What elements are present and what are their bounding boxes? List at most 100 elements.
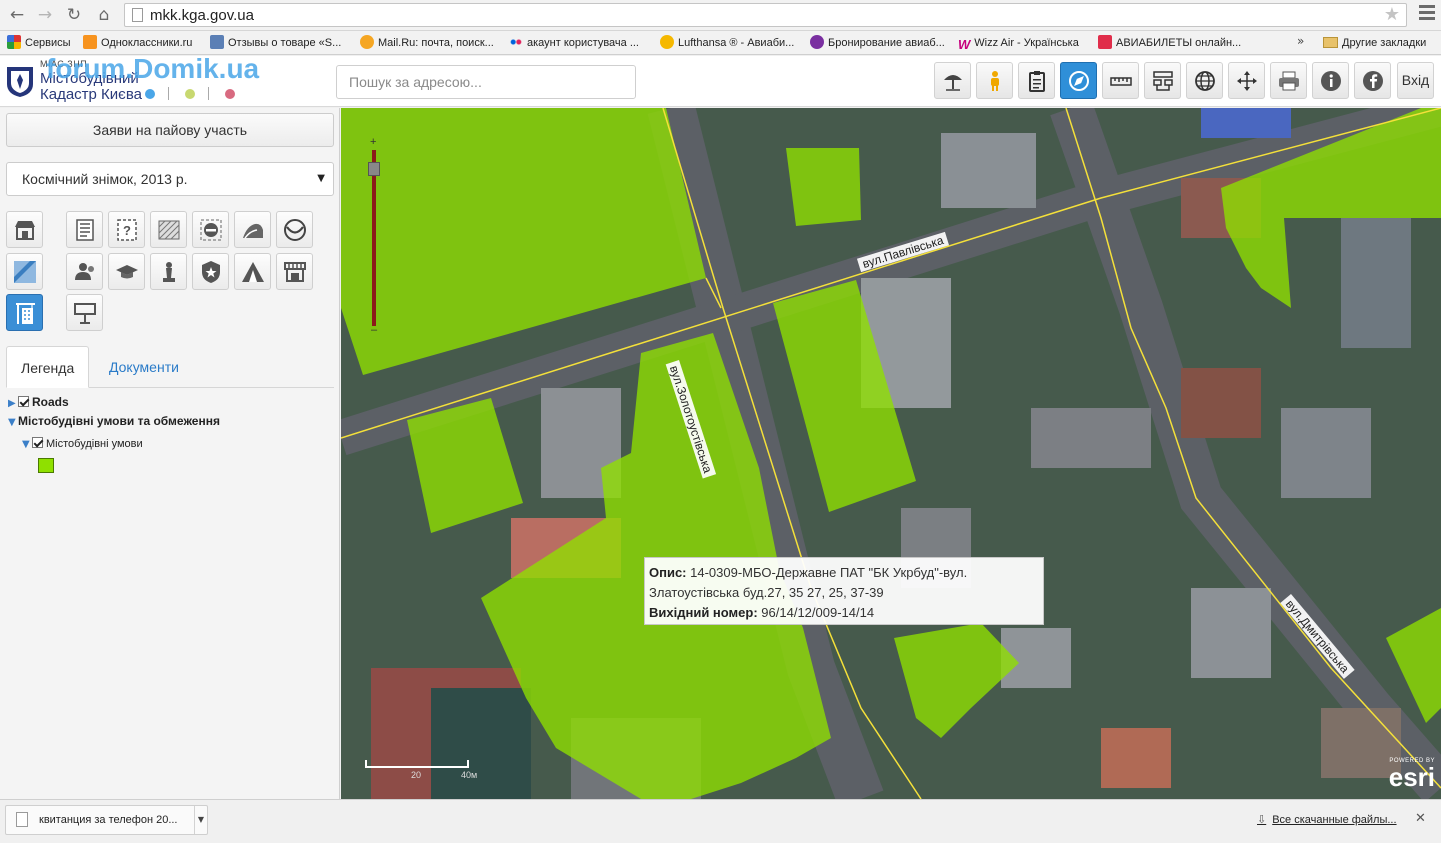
legend-group-row[interactable]: ▼ Містобудівні умови та обмеження bbox=[8, 414, 220, 428]
bookmarks-overflow-button[interactable]: » bbox=[1297, 34, 1304, 48]
browser-toolbar: ← → ↻ ⌂ mkk.kga.gov.ua ★ bbox=[0, 0, 1441, 31]
all-downloads-label: Все скачанные файлы... bbox=[1272, 814, 1397, 826]
zoom-out-icon[interactable]: – bbox=[371, 324, 377, 336]
address-bar[interactable]: mkk.kga.gov.ua ★ bbox=[124, 3, 1407, 27]
legend-roads-row[interactable]: ▶ Roads bbox=[8, 395, 69, 409]
url-text: mkk.kga.gov.ua bbox=[150, 7, 254, 24]
layer-shops-button[interactable] bbox=[6, 211, 43, 248]
download-menu-caret-icon[interactable]: ▼ bbox=[194, 806, 207, 834]
facebook-button[interactable] bbox=[1354, 62, 1391, 99]
globe-button[interactable] bbox=[1186, 62, 1223, 99]
layer-markets-button[interactable] bbox=[276, 253, 313, 290]
logo-dot-pink bbox=[225, 89, 235, 99]
popup-description-line2: Златоустівська буд.27, 35 27, 25, 37-39 bbox=[649, 585, 884, 600]
landslide-icon bbox=[243, 223, 263, 239]
layer-checkbox[interactable] bbox=[32, 437, 43, 448]
aviasales-icon bbox=[1098, 35, 1112, 49]
expand-arrow-icon[interactable]: ▶ bbox=[8, 398, 18, 409]
scale-bar bbox=[365, 760, 469, 768]
scale-label-mid: 20 bbox=[411, 770, 422, 780]
bookmark-lufthansa[interactable]: Lufthansa ® - Авиаби... bbox=[660, 35, 794, 51]
bookmark-label: Wizz Air - Українська bbox=[974, 37, 1079, 49]
watermark-text: forum.Domik.ua bbox=[46, 53, 260, 84]
layer-construction-button[interactable] bbox=[6, 294, 43, 331]
kyiv-emblem-icon[interactable] bbox=[5, 64, 35, 98]
measure-button[interactable] bbox=[1102, 62, 1139, 99]
other-bookmarks-label: Другие закладки bbox=[1342, 37, 1427, 49]
layer-documents-button[interactable] bbox=[66, 211, 103, 248]
bookmark-services[interactable]: Сервисы bbox=[7, 35, 71, 51]
collapse-arrow-icon[interactable]: ▼ bbox=[8, 417, 18, 428]
home-icon[interactable]: ⌂ bbox=[93, 4, 115, 26]
legend-roads-label: Roads bbox=[32, 395, 69, 409]
back-arrow-icon[interactable]: ← bbox=[6, 4, 28, 26]
tent-icon bbox=[242, 262, 264, 282]
zoom-in-icon[interactable]: + bbox=[370, 136, 376, 148]
legend-layer-row[interactable]: ▼ Містобудівні умови bbox=[22, 437, 143, 450]
apply-share-button[interactable]: Заяви на пайову участь bbox=[6, 113, 334, 147]
layer-hatched-button[interactable] bbox=[150, 211, 187, 248]
collapse-arrow-icon[interactable]: ▼ bbox=[22, 439, 32, 450]
basemap-select[interactable]: Космічний знімок, 2013 р. ▼ bbox=[6, 162, 334, 196]
layer-camping-button[interactable] bbox=[234, 253, 271, 290]
review-icon bbox=[210, 35, 224, 49]
download-shelf: квитанция за телефон 20... ▼ ⇩ Все скачан… bbox=[0, 799, 1441, 843]
layer-landslide-button[interactable] bbox=[234, 211, 271, 248]
full-extent-button[interactable] bbox=[1228, 62, 1265, 99]
bookmark-aviasales[interactable]: АВИАБИЛЕТЫ онлайн... bbox=[1098, 35, 1241, 51]
layer-police-button[interactable] bbox=[192, 253, 229, 290]
satellite-imagery bbox=[341, 108, 1441, 799]
popup-out-value: 96/14/12/009-14/14 bbox=[761, 605, 875, 620]
legend-layer-label: Містобудівні умови bbox=[46, 438, 143, 450]
close-download-bar-icon[interactable]: ✕ bbox=[1415, 811, 1426, 826]
bookmark-label: Сервисы bbox=[25, 37, 71, 49]
legend-swatch bbox=[38, 458, 54, 473]
layers-button[interactable] bbox=[1144, 62, 1181, 99]
weather-umbrella-button[interactable] bbox=[934, 62, 971, 99]
address-search-input[interactable]: Пошук за адресою... bbox=[336, 65, 636, 99]
other-bookmarks-folder[interactable]: Другие закладки bbox=[1323, 35, 1426, 51]
print-button[interactable] bbox=[1270, 62, 1307, 99]
reload-icon[interactable]: ↻ bbox=[63, 4, 85, 26]
tab-documents[interactable]: Документи bbox=[95, 346, 193, 388]
facebook-icon bbox=[1363, 71, 1383, 91]
layer-social-button[interactable] bbox=[66, 253, 103, 290]
apps-grid-icon bbox=[7, 35, 21, 49]
map-view[interactable]: + – вул.Павлівська вул.Золотоустівська в… bbox=[341, 108, 1441, 799]
layer-advertising-button[interactable] bbox=[66, 294, 103, 331]
layer-restrictions-button[interactable] bbox=[192, 211, 229, 248]
feature-info-popup[interactable]: Опис: 14-0309-МБО-Державне ПАТ "БК Укрбу… bbox=[644, 557, 1044, 625]
layer-water-button[interactable] bbox=[6, 253, 43, 290]
all-downloads-link[interactable]: ⇩ Все скачанные файлы... bbox=[1257, 813, 1397, 826]
bookmark-mailru[interactable]: Mail.Ru: почта, поиск... bbox=[360, 35, 494, 51]
layer-monuments-button[interactable] bbox=[150, 253, 187, 290]
police-badge-icon bbox=[202, 261, 220, 283]
bookmark-star-icon[interactable]: ★ bbox=[1384, 4, 1400, 25]
zoom-slider[interactable]: + – bbox=[368, 136, 380, 336]
street-view-button[interactable] bbox=[976, 62, 1013, 99]
esri-logo[interactable]: POWERED BY esri bbox=[1371, 758, 1435, 794]
popup-out-label: Вихідний номер: bbox=[649, 605, 758, 620]
bookmark-account[interactable]: акаунт користувача ... bbox=[509, 35, 639, 51]
layer-education-button[interactable] bbox=[108, 253, 145, 290]
navigation-button[interactable] bbox=[1060, 62, 1097, 99]
bookmark-odnoklassniki[interactable]: Одноклассники.ru bbox=[83, 35, 192, 51]
browser-menu-icon[interactable] bbox=[1419, 5, 1435, 25]
login-button[interactable]: Вхід bbox=[1397, 62, 1434, 99]
clipboard-button[interactable] bbox=[1018, 62, 1055, 99]
roads-checkbox[interactable] bbox=[18, 396, 29, 407]
download-item[interactable]: квитанция за телефон 20... ▼ bbox=[5, 805, 208, 835]
legend-group-label: Містобудівні умови та обмеження bbox=[18, 414, 220, 428]
bookmark-booking[interactable]: Бронирование авиаб... bbox=[810, 35, 945, 51]
layer-green-zones-button[interactable] bbox=[276, 211, 313, 248]
zoom-handle[interactable] bbox=[368, 162, 380, 176]
forward-arrow-icon[interactable]: → bbox=[34, 4, 56, 26]
layer-question-button[interactable]: ? bbox=[108, 211, 145, 248]
tab-legend[interactable]: Легенда bbox=[6, 346, 90, 388]
bookmark-reviews[interactable]: Отзывы о товаре «S... bbox=[210, 35, 341, 51]
billboard-icon bbox=[74, 303, 96, 324]
bookmark-label: Mail.Ru: почта, поиск... bbox=[378, 37, 494, 49]
zoom-track[interactable] bbox=[372, 150, 376, 326]
info-button[interactable] bbox=[1312, 62, 1349, 99]
bookmark-wizzair[interactable]: W Wizz Air - Українська bbox=[958, 35, 1079, 52]
